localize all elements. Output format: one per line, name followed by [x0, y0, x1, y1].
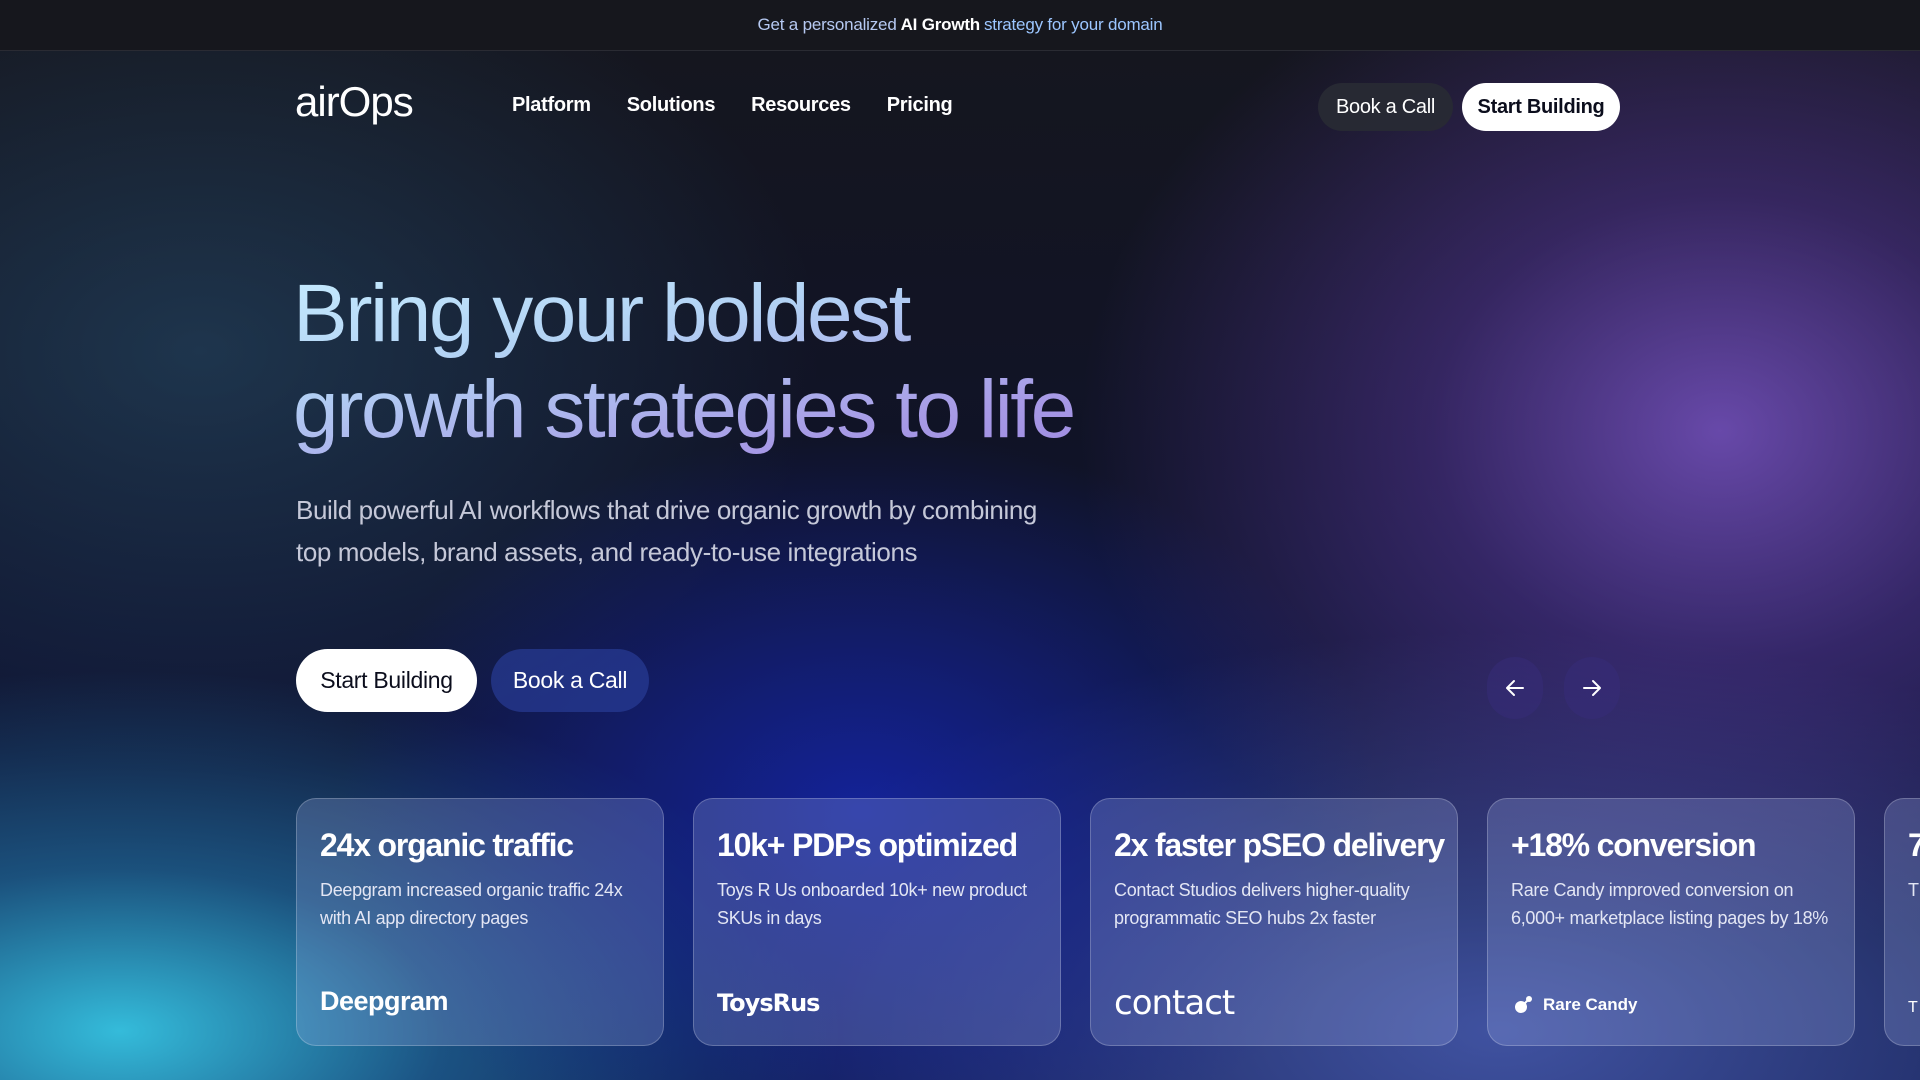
- hero-start-building-button[interactable]: Start Building: [296, 649, 477, 712]
- toysrus-logo: ToysRus: [717, 989, 820, 1017]
- card-title: 2x faster pSEO delivery: [1114, 827, 1445, 863]
- nav-link-platform[interactable]: Platform: [512, 94, 591, 117]
- hero-headline-line2: growth strategies to life: [293, 364, 1074, 455]
- nav-link-pricing[interactable]: Pricing: [887, 94, 953, 117]
- card-description: Deepgram increased organic traffic 24x w…: [320, 880, 623, 928]
- hero-headline-line1: Bring your boldest: [293, 268, 909, 359]
- carousel-next-button[interactable]: [1564, 657, 1620, 719]
- partial-logo: T: [1908, 999, 1918, 1016]
- announcement-text-highlight: AI Growth: [900, 15, 981, 34]
- case-study-card-contact[interactable]: 2x faster pSEO delivery Contact Studios …: [1090, 798, 1458, 1046]
- announcement-bar[interactable]: Get a personalized AI Growth strategy fo…: [0, 0, 1920, 51]
- nav-link-solutions[interactable]: Solutions: [627, 94, 716, 117]
- case-study-card-toysrus[interactable]: 10k+ PDPs optimized Toys R Us onboarded …: [693, 798, 1061, 1046]
- rare-candy-logo-text: Rare Candy: [1543, 995, 1638, 1014]
- candy-icon: [1515, 996, 1532, 1013]
- case-study-card-partial[interactable]: 7 T fr T: [1884, 798, 1920, 1046]
- nav-link-resources[interactable]: Resources: [751, 94, 851, 117]
- nav-start-building-button[interactable]: Start Building: [1462, 83, 1620, 131]
- arrow-right-icon: [1583, 680, 1601, 696]
- card-description: Toys R Us onboarded 10k+ new product SKU…: [717, 880, 1027, 928]
- card-description: Contact Studios delivers higher-quality …: [1114, 880, 1410, 928]
- hero-section: airOps Platform Solutions Resources Pric…: [0, 51, 1920, 1080]
- top-navigation: airOps Platform Solutions Resources Pric…: [0, 51, 1920, 161]
- card-title: 24x organic traffic: [320, 827, 574, 863]
- case-study-card-deepgram[interactable]: 24x organic traffic Deepgram increased o…: [296, 798, 664, 1046]
- carousel-prev-button[interactable]: [1487, 657, 1543, 719]
- arrow-left-icon: [1506, 680, 1524, 696]
- nav-links: Platform Solutions Resources Pricing: [512, 94, 953, 117]
- contact-logo: contact: [1114, 983, 1235, 1023]
- rare-candy-logo: Rare Candy: [1511, 993, 1637, 1017]
- card-title: +18% conversion: [1511, 827, 1757, 863]
- announcement-text-lead: Get a personalized: [757, 15, 897, 34]
- card-description: T fr: [1908, 880, 1920, 900]
- announcement-link[interactable]: strategy for your domain: [984, 15, 1163, 35]
- card-title: 10k+ PDPs optimized: [717, 827, 1018, 863]
- airops-logo[interactable]: airOps: [295, 78, 414, 126]
- card-description: Rare Candy improved conversion on 6,000+…: [1511, 880, 1829, 928]
- case-study-card-rarecandy[interactable]: +18% conversion Rare Candy improved conv…: [1487, 798, 1855, 1046]
- card-title: 7: [1908, 827, 1920, 864]
- deepgram-logo: Deepgram: [320, 986, 449, 1016]
- hero-book-call-button[interactable]: Book a Call: [491, 649, 649, 712]
- nav-book-call-button[interactable]: Book a Call: [1318, 83, 1453, 131]
- hero-subheadline: Build powerful AI workflows that drive o…: [296, 495, 1037, 567]
- hero-headline: Bring your boldest growth strategies to …: [293, 266, 1193, 458]
